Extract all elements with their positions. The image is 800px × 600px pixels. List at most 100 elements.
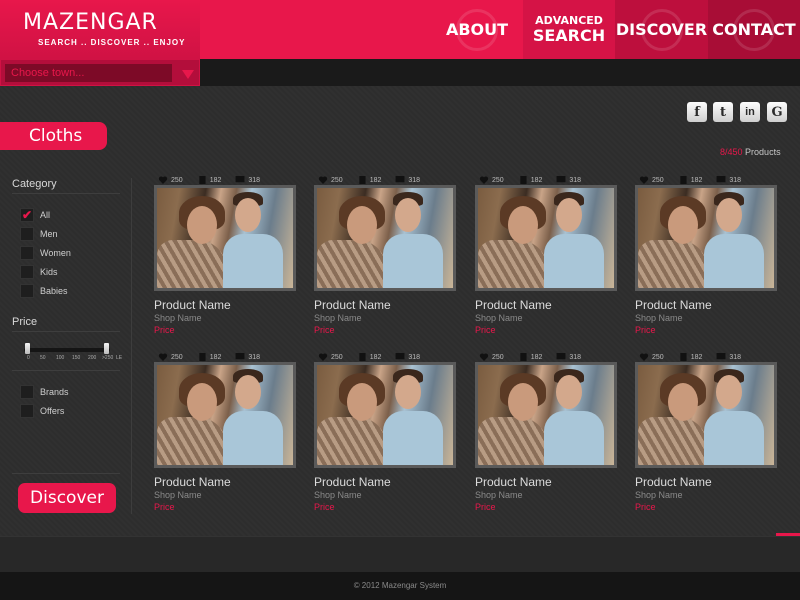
photo-detail bbox=[187, 383, 217, 421]
section-tab-cloths[interactable]: Cloths bbox=[0, 122, 107, 150]
product-price: Price bbox=[635, 325, 656, 335]
product-image[interactable] bbox=[475, 362, 617, 468]
product-card[interactable]: 250 182 318 Product Name Shop Name Price bbox=[635, 353, 777, 513]
comments-stat[interactable]: 318 bbox=[716, 353, 741, 361]
shop-name[interactable]: Shop Name bbox=[475, 313, 523, 323]
shop-name[interactable]: Shop Name bbox=[475, 490, 523, 500]
filter-kids[interactable]: Kids bbox=[20, 265, 58, 279]
product-card[interactable]: 250 182 318 Product Name Shop Name Price bbox=[314, 353, 456, 513]
linkedin-icon[interactable]: in bbox=[740, 102, 760, 122]
price-slider-track[interactable] bbox=[24, 348, 110, 352]
logo[interactable]: MAZENGAR SEARCH .. DISCOVER .. ENJOY bbox=[0, 0, 200, 59]
filter-all[interactable]: ✔ All bbox=[20, 208, 50, 222]
product-name[interactable]: Product Name bbox=[154, 298, 231, 312]
product-card[interactable]: 250 182 318 Product Name Shop Name Price bbox=[154, 176, 296, 336]
likes-stat[interactable]: 250 bbox=[318, 176, 343, 184]
facebook-icon[interactable]: f bbox=[687, 102, 707, 122]
comments-stat[interactable]: 318 bbox=[235, 353, 260, 361]
shop-name[interactable]: Shop Name bbox=[635, 490, 683, 500]
product-name[interactable]: Product Name bbox=[475, 298, 552, 312]
filter-brands[interactable]: Brands bbox=[20, 385, 69, 399]
checkbox[interactable] bbox=[20, 246, 34, 260]
comments-stat[interactable]: 318 bbox=[395, 176, 420, 184]
filter-babies[interactable]: Babies bbox=[20, 284, 68, 298]
nav-advanced-search[interactable]: ADVANCED SEARCH bbox=[523, 0, 615, 59]
google-icon[interactable]: G bbox=[767, 102, 787, 122]
comments-stat[interactable]: 318 bbox=[556, 353, 581, 361]
product-image[interactable] bbox=[154, 185, 296, 291]
nav-contact[interactable]: CONTACT bbox=[708, 0, 800, 59]
fb-count: 182 bbox=[209, 176, 222, 184]
product-card[interactable]: 250 182 318 Product Name Shop Name Price bbox=[475, 353, 617, 513]
checkbox-checked[interactable]: ✔ bbox=[20, 208, 34, 222]
fb-count: 182 bbox=[530, 176, 543, 184]
facebook-small-icon bbox=[359, 353, 366, 361]
nav-discover[interactable]: DISCOVER bbox=[615, 0, 708, 59]
likes-stat[interactable]: 250 bbox=[318, 353, 343, 361]
likes-stat[interactable]: 250 bbox=[639, 353, 664, 361]
facebook-stat[interactable]: 182 bbox=[357, 353, 381, 361]
product-image[interactable] bbox=[314, 185, 456, 291]
price-tick: 100 bbox=[56, 355, 65, 361]
checkbox[interactable] bbox=[20, 227, 34, 241]
twitter-icon[interactable]: t bbox=[713, 102, 733, 122]
heart-icon bbox=[318, 353, 328, 361]
product-card[interactable]: 250 182 318 Product Name Shop Name Price bbox=[635, 176, 777, 336]
likes-stat[interactable]: 250 bbox=[479, 353, 504, 361]
product-card[interactable]: 250 182 318 Product Name Shop Name Price bbox=[154, 353, 296, 513]
facebook-stat[interactable]: 182 bbox=[518, 353, 542, 361]
product-stats: 250 182 318 bbox=[158, 353, 274, 361]
product-name[interactable]: Product Name bbox=[635, 298, 712, 312]
shop-name[interactable]: Shop Name bbox=[314, 490, 362, 500]
product-image[interactable] bbox=[314, 362, 456, 468]
header-filler bbox=[200, 0, 431, 59]
shop-name[interactable]: Shop Name bbox=[635, 313, 683, 323]
checkbox[interactable] bbox=[20, 284, 34, 298]
checkbox[interactable] bbox=[20, 385, 34, 399]
product-stats: 250 182 318 bbox=[639, 353, 755, 361]
nav-about[interactable]: ABOUT bbox=[431, 0, 523, 59]
likes-stat[interactable]: 250 bbox=[158, 176, 183, 184]
product-image[interactable] bbox=[154, 362, 296, 468]
facebook-stat[interactable]: 182 bbox=[678, 353, 702, 361]
facebook-stat[interactable]: 182 bbox=[678, 176, 702, 184]
shop-name[interactable]: Shop Name bbox=[154, 313, 202, 323]
comments-stat[interactable]: 318 bbox=[716, 176, 741, 184]
price-slider-min-handle[interactable] bbox=[25, 343, 30, 354]
photo-detail bbox=[235, 198, 261, 232]
comments-stat[interactable]: 318 bbox=[395, 353, 420, 361]
product-image[interactable] bbox=[635, 185, 777, 291]
likes-stat[interactable]: 250 bbox=[639, 176, 664, 184]
town-select-value[interactable]: Choose town... bbox=[5, 64, 172, 82]
comments-stat[interactable]: 318 bbox=[556, 176, 581, 184]
checkbox[interactable] bbox=[20, 265, 34, 279]
checkbox[interactable] bbox=[20, 404, 34, 418]
price-heading: Price bbox=[12, 316, 38, 328]
likes-stat[interactable]: 250 bbox=[158, 353, 183, 361]
product-name[interactable]: Product Name bbox=[154, 475, 231, 489]
filter-offers[interactable]: Offers bbox=[20, 404, 64, 418]
comments-stat[interactable]: 318 bbox=[235, 176, 260, 184]
product-image[interactable] bbox=[635, 362, 777, 468]
product-card[interactable]: 250 182 318 Product Name Shop Name Price bbox=[314, 176, 456, 336]
shop-name[interactable]: Shop Name bbox=[154, 490, 202, 500]
product-name[interactable]: Product Name bbox=[635, 475, 712, 489]
shop-name[interactable]: Shop Name bbox=[314, 313, 362, 323]
product-name[interactable]: Product Name bbox=[475, 475, 552, 489]
product-card[interactable]: 250 182 318 Product Name Shop Name Price bbox=[475, 176, 617, 336]
product-name[interactable]: Product Name bbox=[314, 298, 391, 312]
facebook-stat[interactable]: 182 bbox=[518, 176, 543, 184]
dropdown-arrow-icon[interactable] bbox=[182, 70, 194, 79]
product-image[interactable] bbox=[475, 185, 617, 291]
photo-detail bbox=[556, 375, 582, 409]
filter-men[interactable]: Men bbox=[20, 227, 58, 241]
facebook-stat[interactable]: 182 bbox=[197, 176, 222, 184]
product-name[interactable]: Product Name bbox=[314, 475, 391, 489]
likes-stat[interactable]: 250 bbox=[479, 176, 504, 184]
price-slider-max-handle[interactable] bbox=[104, 343, 109, 354]
town-select[interactable]: Choose town... bbox=[0, 59, 200, 86]
facebook-stat[interactable]: 182 bbox=[197, 353, 221, 361]
facebook-stat[interactable]: 182 bbox=[357, 176, 381, 184]
discover-button[interactable]: Discover bbox=[18, 483, 116, 513]
filter-women[interactable]: Women bbox=[20, 246, 71, 260]
